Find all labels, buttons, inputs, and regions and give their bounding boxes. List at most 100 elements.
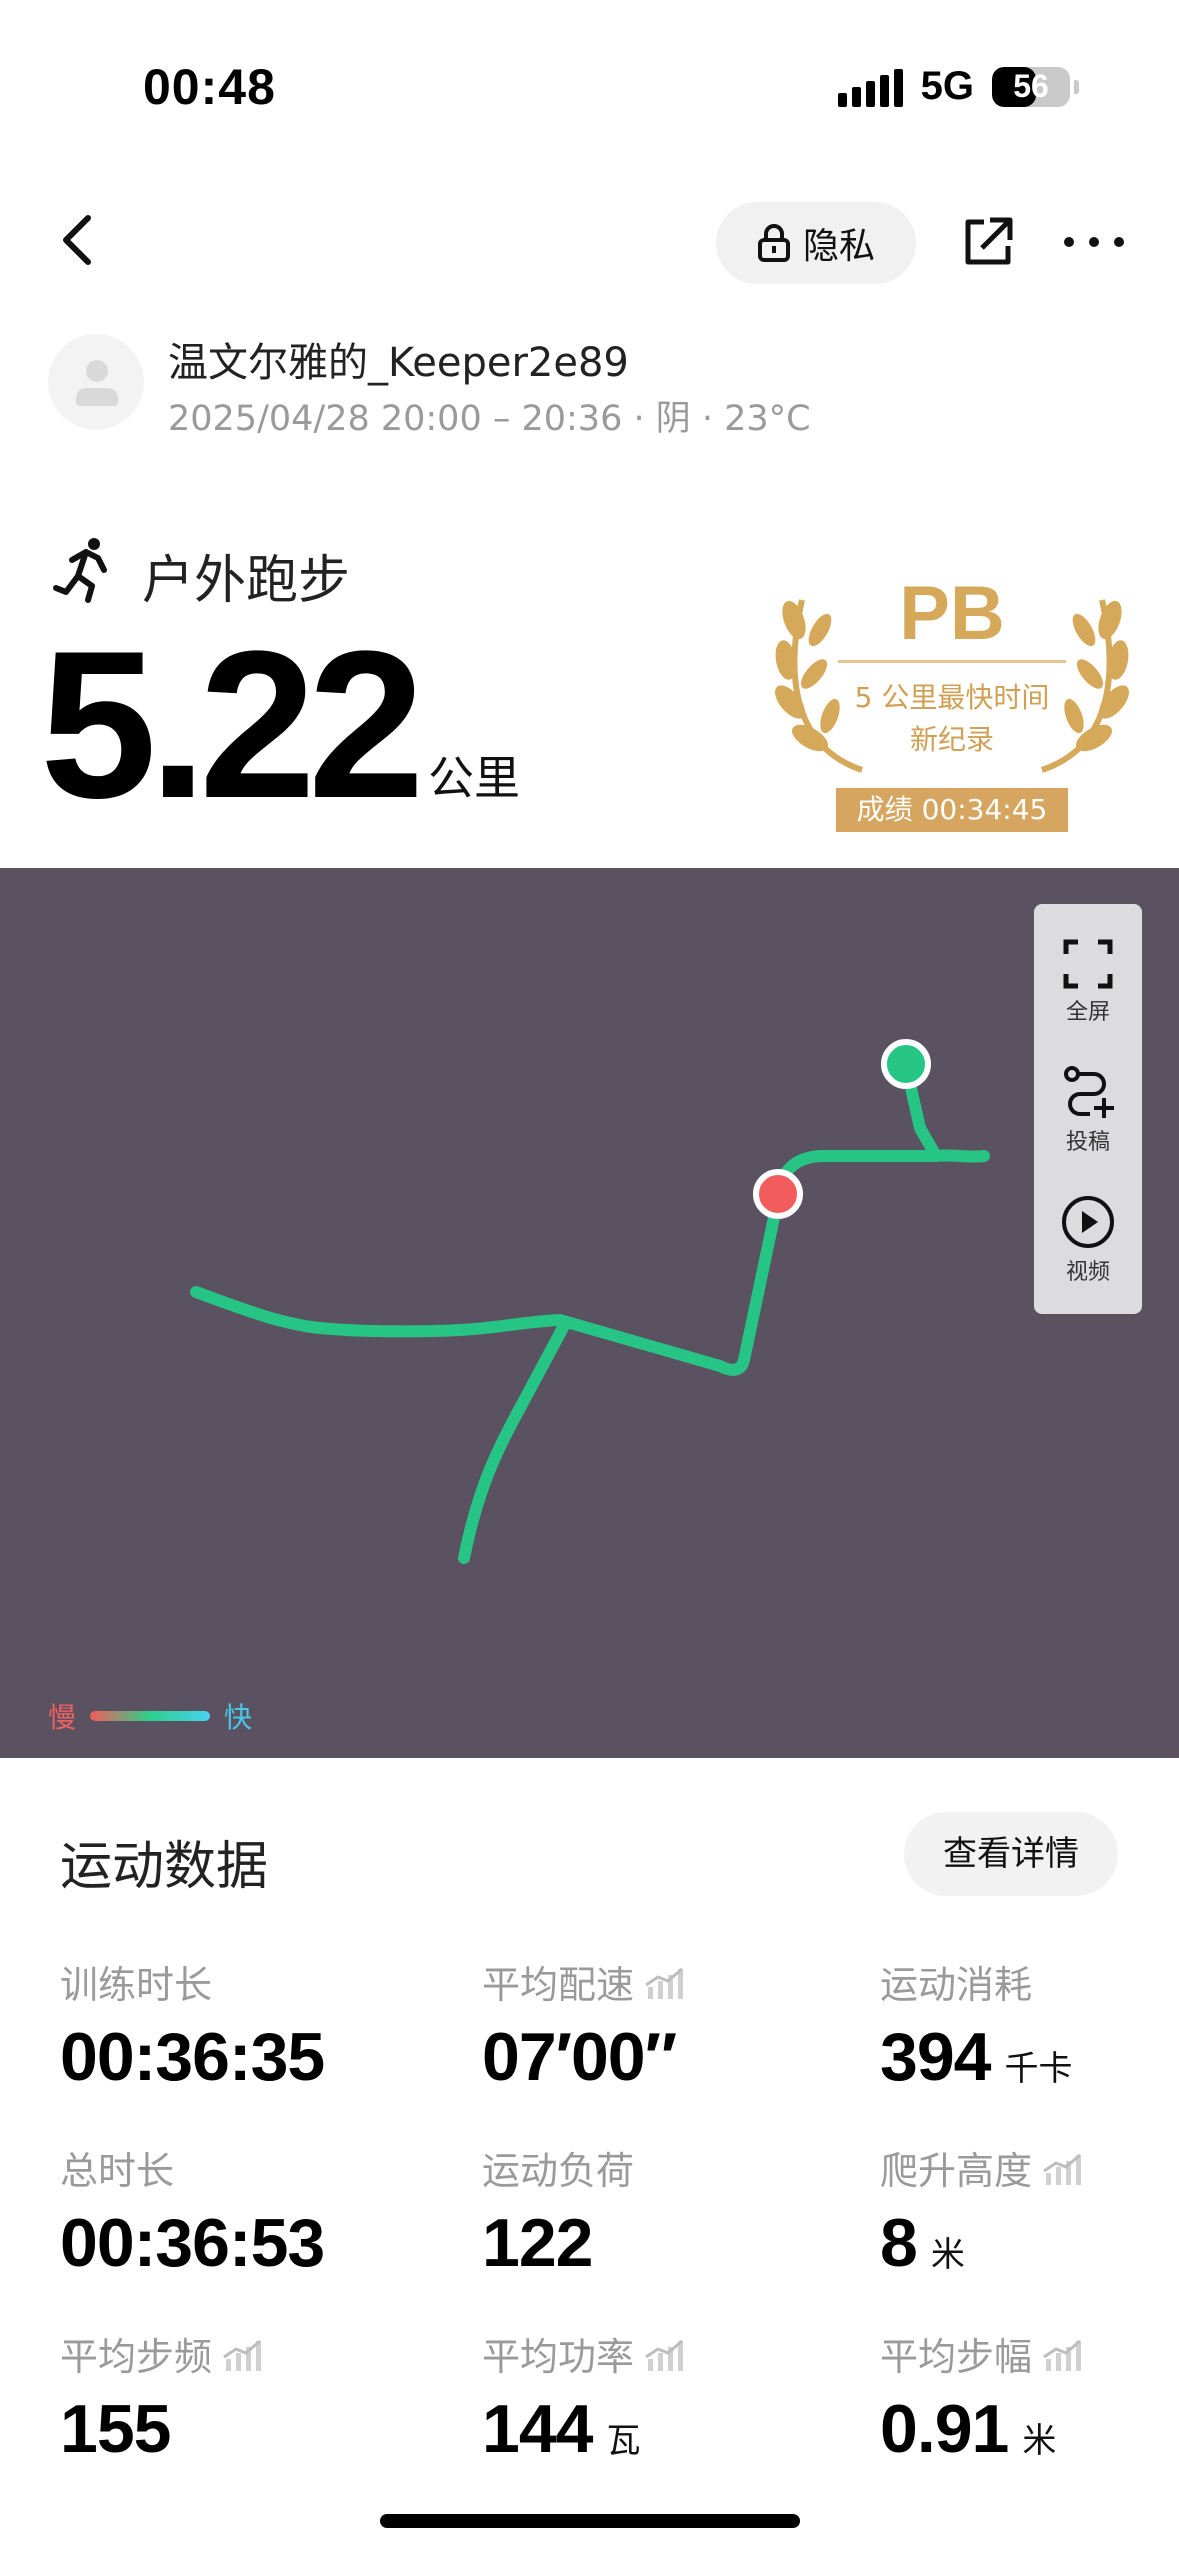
- stat-label: 训练时长: [60, 1954, 324, 2009]
- trend-chart-icon[interactable]: [1042, 2337, 1082, 2371]
- pb-divider: [838, 660, 1066, 663]
- back-button[interactable]: [50, 210, 110, 270]
- submit-route-button[interactable]: 投稿: [1034, 1064, 1142, 1156]
- route-track: [190, 1039, 990, 1564]
- start-marker: [881, 1039, 931, 1089]
- avatar-body: [76, 388, 118, 406]
- distance-unit: 公里: [428, 751, 520, 805]
- legend-fast: 快: [224, 1701, 253, 1734]
- stat-item: 运动负荷 122: [482, 2140, 634, 2277]
- avatar-head: [86, 360, 108, 382]
- more-button[interactable]: [1064, 232, 1124, 252]
- stat-label-text: 爬升高度: [880, 2149, 1033, 2193]
- stat-value: 144 瓦: [482, 2395, 684, 2463]
- privacy-label: 隐私: [802, 226, 875, 267]
- pb-badge[interactable]: PB 5 公里最快时间 新纪录 成绩 00:34:45: [772, 560, 1132, 840]
- route-plus-icon: [1064, 1066, 1114, 1118]
- share-button[interactable]: [958, 212, 1018, 272]
- stat-label-text: 平均功率: [482, 2335, 635, 2379]
- stat-item: 爬升高度 8 米: [880, 2140, 1082, 2277]
- stat-value: 394 千卡: [880, 2023, 1072, 2091]
- stat-value: 0.91 米: [880, 2395, 1082, 2463]
- stat-label-text: 训练时长: [60, 1963, 213, 2007]
- stat-item: 训练时长 00:36:35: [60, 1954, 325, 2091]
- cellular-signal-icon: [837, 67, 903, 107]
- stat-value: 8米: [880, 2209, 1082, 2277]
- stat-label-text: 运动负荷: [482, 2149, 635, 2193]
- chevron-left-icon: [63, 215, 91, 265]
- legend-gradient: [90, 1711, 211, 1721]
- pb-description: 5 公里最快时间: [854, 681, 1050, 714]
- stat-item: 运动消耗 394 千卡: [880, 1954, 1072, 2091]
- stat-label: 平均步幅: [880, 2326, 1082, 2381]
- lock-icon: [757, 224, 790, 262]
- avatar[interactable]: [48, 334, 144, 430]
- username[interactable]: 温文尔雅的_Keeper2e89: [168, 330, 629, 388]
- video-label: 视频: [1065, 1260, 1110, 1285]
- workout-meta: 2025/04/28 20:00 – 20:36 · 阴 · 23°C: [168, 399, 811, 439]
- privacy-button[interactable]: 隐私: [716, 202, 916, 284]
- share-external-icon: [965, 217, 1013, 265]
- battery-level: 56: [1013, 67, 1049, 104]
- stat-value-text: 155: [60, 2391, 171, 2467]
- map-toolbar: 全屏 投稿 视频: [1034, 904, 1142, 1314]
- pb-score: 成绩 00:34:45: [836, 788, 1068, 832]
- home-indicator[interactable]: [380, 2514, 800, 2528]
- running-icon: [53, 538, 107, 603]
- stat-label: 运动消耗: [880, 1954, 1072, 2009]
- stat-label-text: 运动消耗: [880, 1963, 1033, 2007]
- battery-nub: [1074, 79, 1079, 94]
- trend-chart-icon[interactable]: [644, 2337, 684, 2371]
- stat-label: 平均功率: [482, 2326, 684, 2381]
- stat-label: 总时长: [60, 2140, 324, 2195]
- pb-title: PB: [899, 571, 1005, 656]
- panel-title: 运动数据: [60, 1837, 269, 1897]
- workout-data-panel: 运动数据 查看详情 训练时长 00:36:35 平均配速 07′00″ 运动消耗 394 千…: [0, 1758, 1179, 2556]
- network-type: 5G: [920, 64, 974, 108]
- trend-chart-icon[interactable]: [1042, 2151, 1082, 2185]
- stat-label-text: 平均配速: [482, 1963, 635, 2007]
- stat-value-text: 144: [482, 2391, 593, 2467]
- stat-value-text: 0.91: [880, 2391, 1009, 2467]
- stat-item: 平均步频 155: [60, 2326, 262, 2463]
- stat-unit: 米: [1022, 2421, 1057, 2461]
- status-time: 00:48: [143, 59, 276, 115]
- stat-value-text: 00:36:35: [60, 2019, 325, 2095]
- stat-value: 122: [482, 2209, 634, 2277]
- stat-unit: 瓦: [606, 2421, 641, 2461]
- activity-type: 户外跑步: [142, 551, 351, 611]
- trend-chart-icon[interactable]: [644, 1965, 684, 1999]
- legend-slow: 慢: [48, 1701, 77, 1734]
- status-indicators: 5G 56: [837, 64, 1079, 109]
- stat-label: 平均步频: [60, 2326, 262, 2381]
- stat-label-text: 平均步幅: [880, 2335, 1033, 2379]
- dot-icon: [1114, 237, 1124, 247]
- stat-label: 爬升高度: [880, 2140, 1082, 2195]
- stat-label: 平均配速: [482, 1954, 684, 2009]
- stat-unit: 米: [930, 2235, 965, 2275]
- stat-value-text: 122: [482, 2205, 593, 2281]
- battery-icon: 56: [992, 66, 1070, 107]
- route-map[interactable]: 全屏 投稿 视频 慢 快: [0, 868, 1179, 1758]
- stat-value-text: 8: [880, 2205, 918, 2281]
- stat-value: 00:36:35: [60, 2023, 325, 2091]
- stat-item: 平均步幅 0.91 米: [880, 2326, 1082, 2463]
- stat-value: 07′00″: [482, 2023, 684, 2091]
- video-button[interactable]: 视频: [1034, 1194, 1142, 1286]
- trend-chart-icon[interactable]: [222, 2337, 262, 2371]
- stat-value-text: 394: [880, 2019, 991, 2095]
- stat-item: 平均功率 144 瓦: [482, 2326, 684, 2463]
- fullscreen-button[interactable]: 全屏: [1034, 938, 1142, 1026]
- pace-legend: 慢 快: [48, 1696, 252, 1736]
- fullscreen-icon: [1063, 939, 1113, 989]
- stat-item: 平均配速 07′00″: [482, 1954, 684, 2091]
- pb-record-label: 新纪录: [909, 723, 994, 756]
- stat-value: 00:36:53: [60, 2209, 325, 2277]
- play-icon: [1062, 1196, 1114, 1248]
- stat-item: 总时长 00:36:53: [60, 2140, 325, 2277]
- submit-route-label: 投稿: [1065, 1130, 1110, 1155]
- dot-icon: [1064, 237, 1074, 247]
- distance-value: 5.22: [40, 607, 425, 842]
- stat-label-text: 总时长: [60, 2149, 175, 2193]
- view-details-button[interactable]: 查看详情: [904, 1812, 1118, 1896]
